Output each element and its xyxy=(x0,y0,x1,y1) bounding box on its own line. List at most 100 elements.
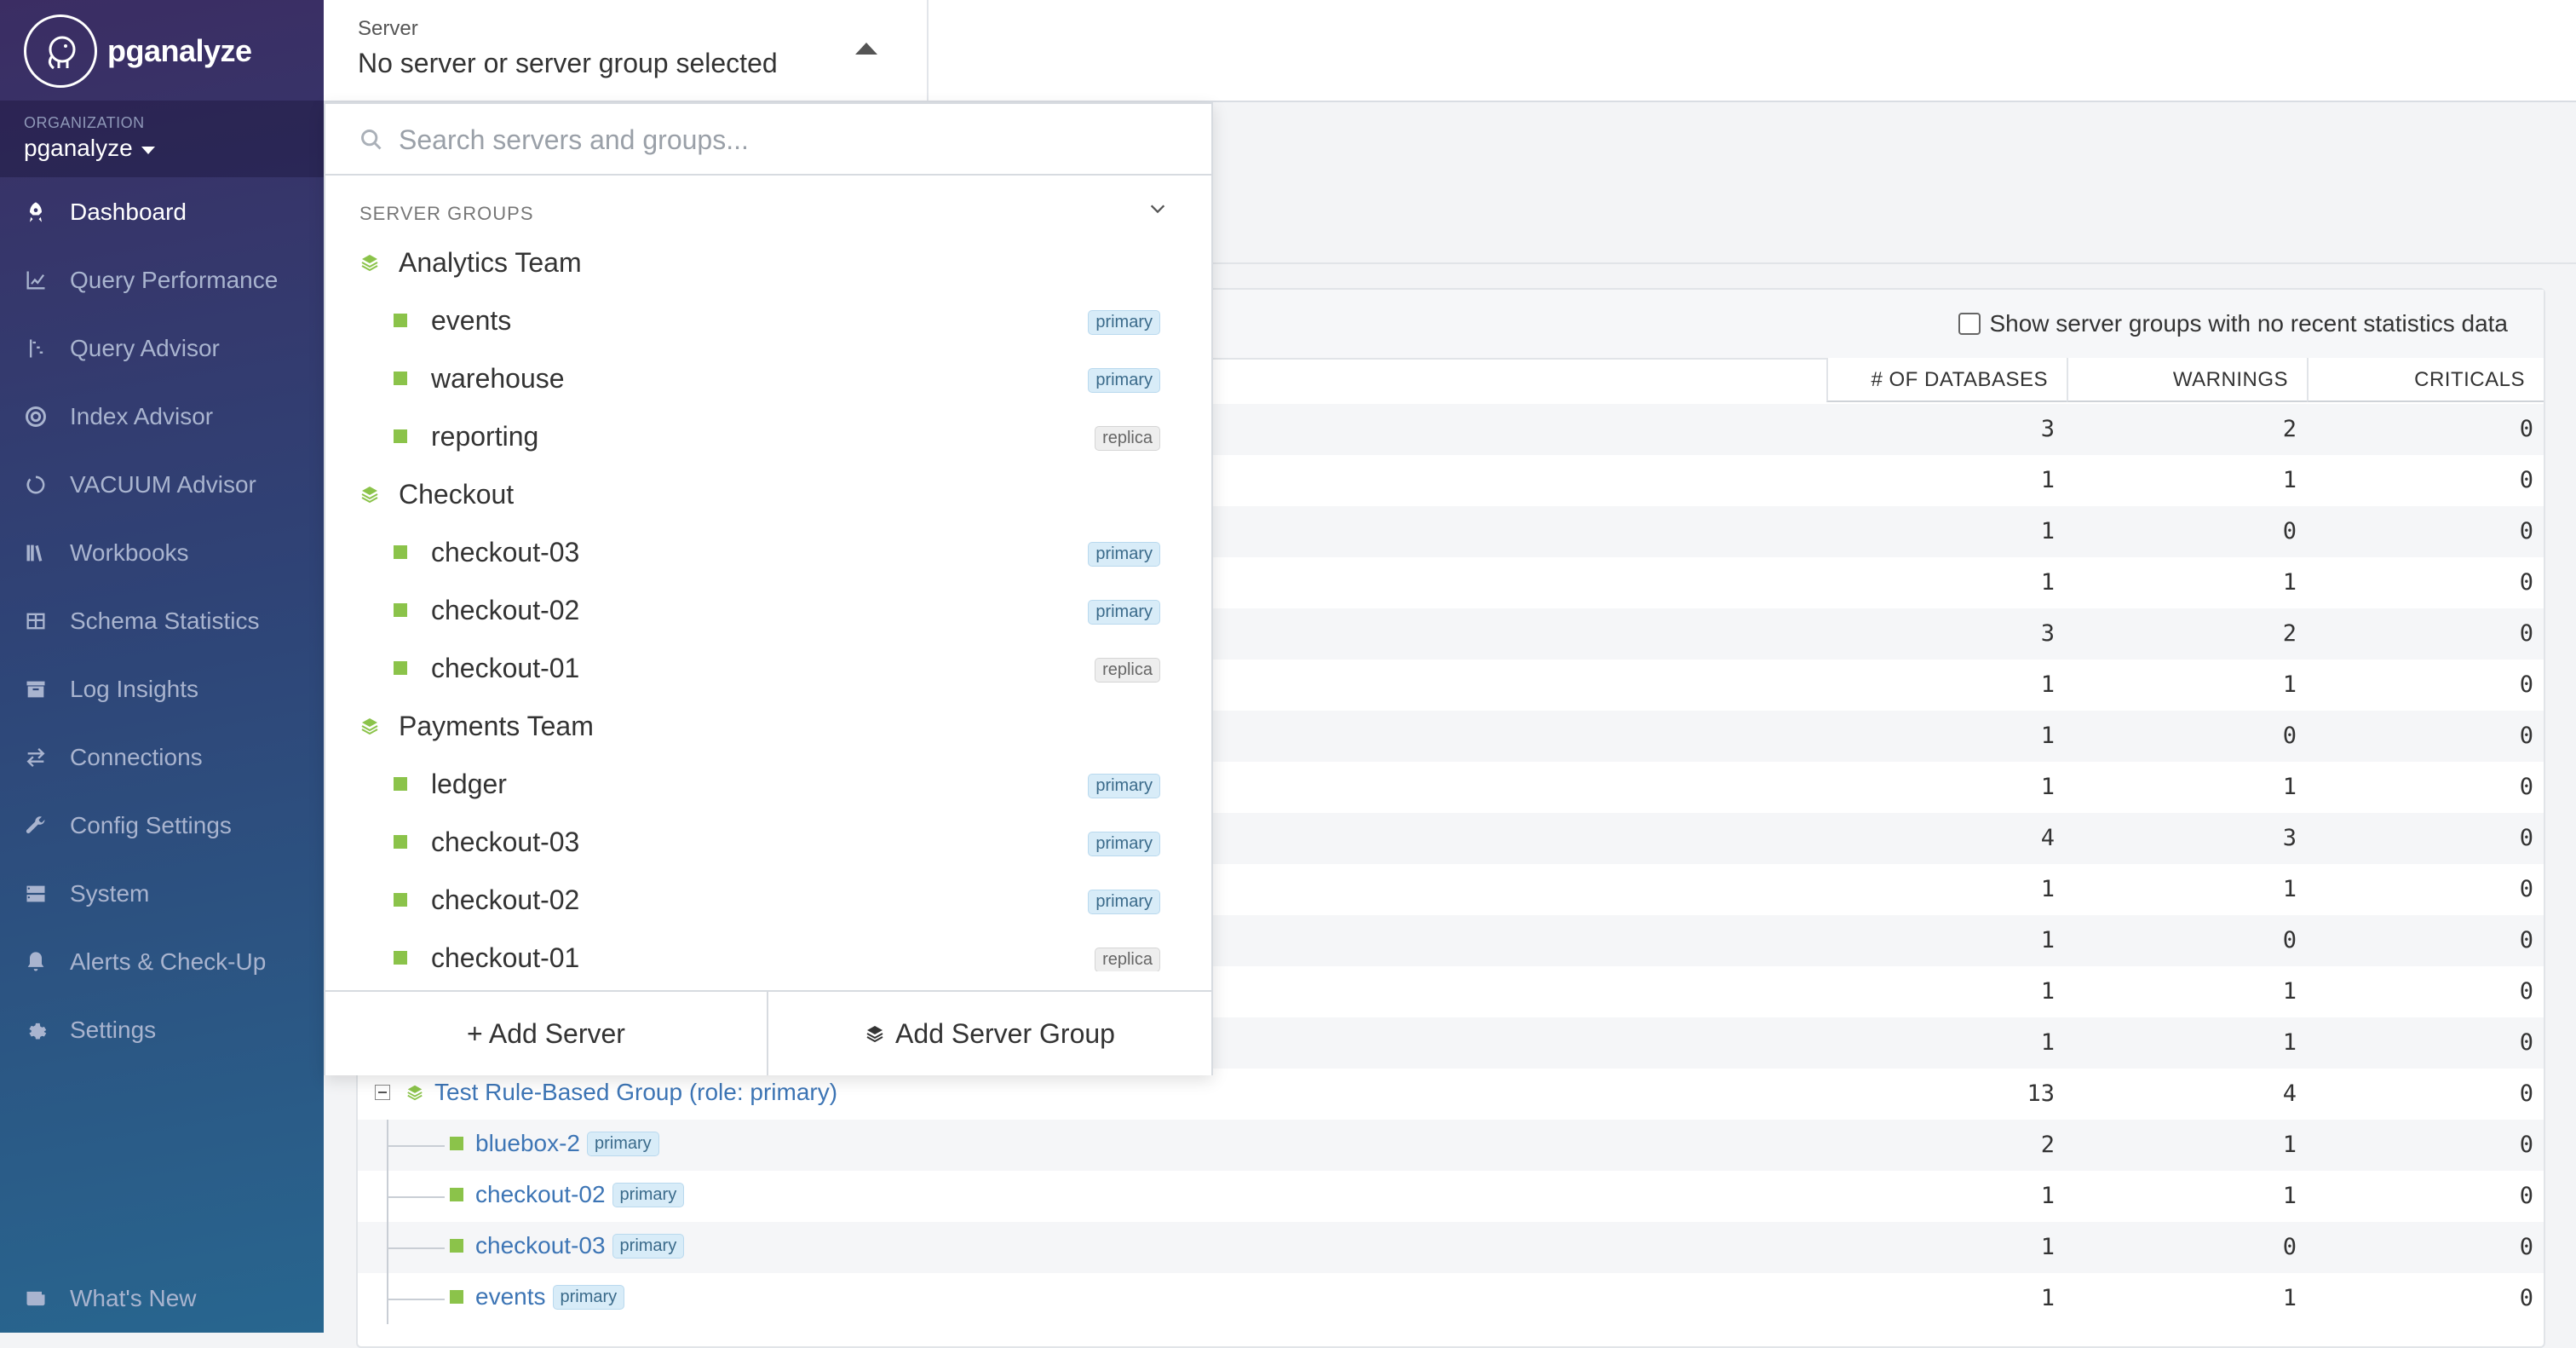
criticals-count: 0 xyxy=(2519,723,2533,749)
databases-count: 1 xyxy=(2040,569,2055,596)
tree-line xyxy=(387,1196,445,1198)
nav-item-query-advisor[interactable]: Query Advisor xyxy=(0,314,324,383)
tree-line xyxy=(387,1299,445,1300)
server-item[interactable]: checkout-03 primary xyxy=(325,523,1211,581)
role-badge: primary xyxy=(586,1131,659,1156)
criticals-count: 0 xyxy=(2519,1080,2533,1107)
server-item[interactable]: reporting replica xyxy=(325,407,1211,465)
warnings-count: 0 xyxy=(2282,1234,2297,1260)
gear-icon xyxy=(22,1017,49,1044)
child-row-name[interactable]: events primary xyxy=(450,1283,625,1311)
server-item[interactable]: ledger primary xyxy=(325,755,1211,813)
server-name: checkout-01 xyxy=(431,942,580,972)
search-icon xyxy=(361,130,382,150)
server-group-item[interactable]: Analytics Team xyxy=(325,233,1211,291)
nav-item-workbooks[interactable]: Workbooks xyxy=(0,519,324,587)
archive-icon xyxy=(22,676,49,703)
server-group-item[interactable]: Checkout xyxy=(325,465,1211,523)
nav-item-whats-new[interactable]: What's New xyxy=(0,1264,324,1333)
show-no-data-toggle[interactable]: Show server groups with no recent statis… xyxy=(1958,310,2508,337)
criticals-count: 0 xyxy=(2519,876,2533,902)
child-row[interactable]: checkout-02 primary 1 1 0 xyxy=(358,1171,2544,1222)
criticals-count: 0 xyxy=(2519,518,2533,544)
server-item[interactable]: events primary xyxy=(325,291,1211,349)
add-server-button[interactable]: + Add Server xyxy=(325,992,768,1075)
child-row[interactable]: checkout-03 primary 1 0 0 xyxy=(358,1222,2544,1273)
server-item[interactable]: checkout-02 primary xyxy=(325,581,1211,639)
group-name: Test Rule-Based Group (role: primary) xyxy=(434,1079,838,1105)
server-item[interactable]: checkout-01 replica xyxy=(325,639,1211,697)
server-selector-value: No server or server group selected xyxy=(358,48,778,78)
collapse-icon[interactable] xyxy=(375,1085,390,1100)
role-badge: primary xyxy=(1088,368,1160,393)
nav-item-query-performance[interactable]: Query Performance xyxy=(0,246,324,314)
server-name: checkout-01 xyxy=(431,652,580,683)
warnings-count: 1 xyxy=(2282,569,2297,596)
column-header-warnings[interactable]: WARNINGS xyxy=(2067,358,2307,402)
checkbox[interactable] xyxy=(1958,313,1981,335)
nav-item-config-settings[interactable]: Config Settings xyxy=(0,792,324,860)
nav-item-settings[interactable]: Settings xyxy=(0,996,324,1064)
nav-item-system[interactable]: System xyxy=(0,860,324,928)
server-item[interactable]: warehouse primary xyxy=(325,349,1211,407)
chevron-down-icon[interactable] xyxy=(1148,199,1167,218)
add-server-group-button[interactable]: Add Server Group xyxy=(768,992,1211,1075)
child-row-name[interactable]: bluebox-2 primary xyxy=(450,1130,659,1157)
criticals-count: 0 xyxy=(2519,1029,2533,1056)
nav-item-index-advisor[interactable]: Index Advisor xyxy=(0,383,324,451)
books-icon xyxy=(22,539,49,567)
nav-item-label: Settings xyxy=(70,1017,157,1043)
nav-item-dashboard[interactable]: Dashboard xyxy=(0,178,324,246)
role-badge: replica xyxy=(1095,658,1160,683)
warnings-count: 1 xyxy=(2282,671,2297,698)
nav-item-schema-statistics[interactable]: Schema Statistics xyxy=(0,587,324,655)
logo[interactable]: pganalyze xyxy=(24,14,252,88)
layers-icon xyxy=(361,718,378,735)
server-status-icon xyxy=(450,1239,463,1253)
child-row[interactable]: bluebox-2 primary 2 1 0 xyxy=(358,1120,2544,1171)
server-item[interactable]: checkout-03 primary xyxy=(325,813,1211,871)
column-header-criticals[interactable]: CRITICALS xyxy=(2307,358,2544,402)
warnings-count: 1 xyxy=(2282,1029,2297,1056)
child-row-name[interactable]: checkout-02 primary xyxy=(450,1181,685,1208)
search-input[interactable]: Search servers and groups... xyxy=(399,124,749,156)
criticals-count: 0 xyxy=(2519,1183,2533,1209)
search-box[interactable]: Search servers and groups... xyxy=(325,104,1211,176)
nav-item-vacuum-advisor[interactable]: VACUUM Advisor xyxy=(0,451,324,519)
nav-item-connections[interactable]: Connections xyxy=(0,723,324,792)
role-badge: primary xyxy=(1088,310,1160,335)
role-badge: replica xyxy=(1095,426,1160,451)
column-header-databases[interactable]: # OF DATABASES xyxy=(1826,358,2067,402)
group-row[interactable]: Test Rule-Based Group (role: primary) 13 4… xyxy=(358,1069,2544,1120)
caret-down-icon xyxy=(141,146,155,154)
criticals-count: 0 xyxy=(2519,978,2533,1005)
databases-count: 3 xyxy=(2040,416,2055,442)
organization-switcher[interactable]: ORGANIZATION pganalyze xyxy=(0,101,324,177)
databases-count: 13 xyxy=(2027,1080,2055,1107)
layers-icon xyxy=(361,487,378,504)
child-row[interactable]: events primary 1 1 0 xyxy=(358,1273,2544,1324)
show-no-data-label: Show server groups with no recent statis… xyxy=(1989,310,2508,337)
server-groups-header: SERVER GROUPS xyxy=(359,203,534,224)
warnings-count: 2 xyxy=(2282,416,2297,442)
role-badge: primary xyxy=(552,1284,625,1310)
role-badge: primary xyxy=(1088,600,1160,625)
warnings-count: 1 xyxy=(2282,1285,2297,1311)
child-row-name[interactable]: checkout-03 primary xyxy=(450,1232,685,1259)
server-selector[interactable]: Server No server or server group selecte… xyxy=(324,0,929,101)
advisor-icon xyxy=(22,335,49,362)
group-row-name[interactable]: Test Rule-Based Group (role: primary) xyxy=(375,1079,837,1106)
criticals-count: 0 xyxy=(2519,569,2533,596)
warnings-count: 1 xyxy=(2282,467,2297,493)
nav-item-log-insights[interactable]: Log Insights xyxy=(0,655,324,723)
server-item[interactable]: checkout-02 primary xyxy=(325,871,1211,929)
warnings-count: 1 xyxy=(2282,1132,2297,1158)
nav-item-alerts-check-up[interactable]: Alerts & Check-Up xyxy=(0,928,324,996)
warnings-count: 1 xyxy=(2282,1183,2297,1209)
tree-line xyxy=(387,1247,445,1249)
server-item[interactable]: checkout-01 replica xyxy=(325,929,1211,971)
layers-icon xyxy=(866,1026,883,1043)
role-badge: primary xyxy=(612,1182,685,1207)
server-group-item[interactable]: Payments Team xyxy=(325,697,1211,755)
server-name: checkout-02 xyxy=(475,1181,606,1207)
